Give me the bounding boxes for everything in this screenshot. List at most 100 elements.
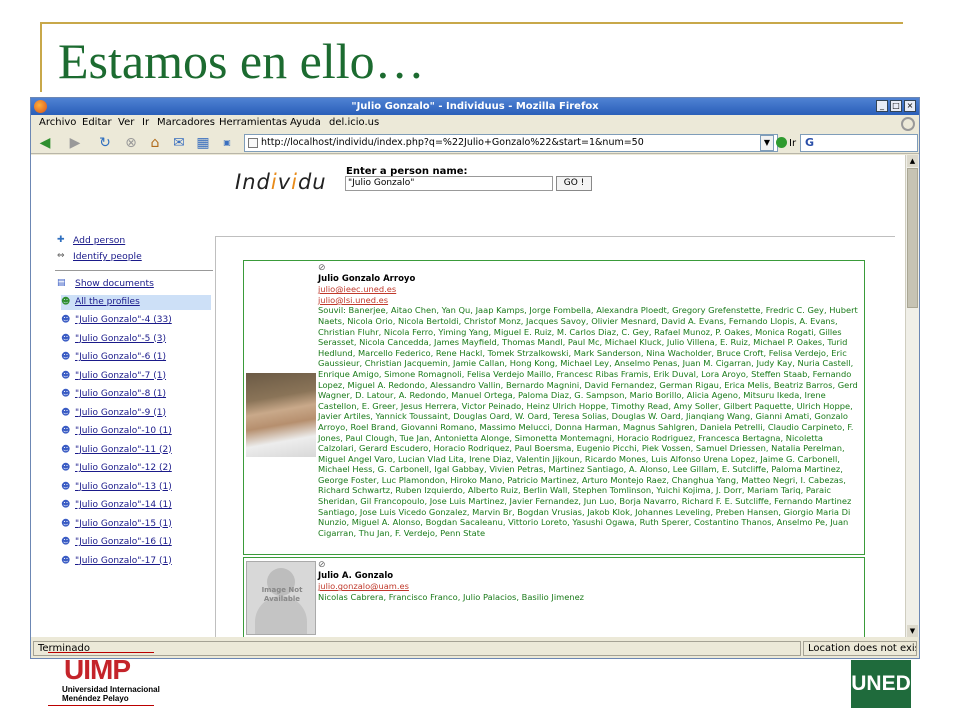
person-photo (246, 373, 316, 457)
search-box[interactable]: G (800, 134, 918, 152)
profile-icon: ☻ (61, 444, 71, 455)
forward-arrow-icon[interactable]: ▶ (67, 135, 83, 151)
image-not-available-label: Image Not Available (261, 586, 303, 603)
reload-icon[interactable]: ↻ (97, 135, 113, 151)
search-engine-icon: G (805, 136, 815, 149)
sidebar-item-profile[interactable]: ☻ "Julio Gonzalo"-9 (1) (61, 406, 211, 421)
go-label: Ir (789, 138, 797, 149)
profile-label: "Julio Gonzalo"-8 (1) (75, 389, 167, 399)
logo-part-3: v (277, 170, 292, 194)
slide-left-rule (40, 22, 42, 92)
result-info: ⊘ Julio Gonzalo Arroyo julio@ieec.uned.e… (318, 263, 863, 538)
identify-people-icon: ⇔ (57, 251, 65, 261)
page-favicon-icon (248, 138, 258, 148)
tag-icon[interactable]: ▣ (219, 135, 235, 151)
sidebar-item-profile[interactable]: ☻ "Julio Gonzalo"-7 (1) (61, 369, 211, 384)
scroll-thumb[interactable] (907, 168, 918, 308)
url-bar[interactable]: http://localhost/individu/index.php?q=%2… (244, 134, 778, 152)
sidebar-item-profile[interactable]: ☻ "Julio Gonzalo"-12 (2) (61, 461, 211, 476)
firefox-icon (34, 100, 47, 113)
uimp-line-2: Menéndez Pelayo (62, 694, 129, 703)
vertical-scrollbar[interactable]: ▲ ▼ (905, 155, 919, 637)
person-name-input[interactable]: "Julio Gonzalo" (345, 176, 553, 191)
profile-label: "Julio Gonzalo"-12 (2) (75, 463, 172, 473)
url-dropdown-icon[interactable]: ▼ (760, 135, 774, 151)
profile-icon: ☻ (61, 555, 71, 566)
person-search-go-button[interactable]: GO ! (556, 176, 592, 191)
sidebar-item-profile[interactable]: ☻ "Julio Gonzalo"-8 (1) (61, 387, 211, 402)
slide-title: Estamos en ello… (58, 33, 425, 89)
profile-label: "Julio Gonzalo"-5 (3) (75, 333, 167, 344)
logo-part-5: du (297, 170, 327, 194)
menu-ver[interactable]: Ver (118, 117, 134, 128)
sidebar-item-profile[interactable]: ☻ "Julio Gonzalo"-10 (1) (61, 424, 211, 439)
person-email[interactable]: julio@ieec.uned.es (318, 284, 863, 295)
profile-icon: ☻ (61, 389, 71, 399)
sidebar-item-profile[interactable]: ☻ "Julio Gonzalo"-14 (1) (61, 498, 211, 513)
link-icon[interactable]: ⊘ (318, 263, 863, 274)
home-icon[interactable]: ⌂ (147, 135, 163, 151)
profile-icon: ☻ (61, 481, 71, 492)
sidebar-item-profile[interactable]: ☻ "Julio Gonzalo"-16 (1) (61, 535, 211, 550)
back-arrow-icon[interactable]: ◀ (37, 135, 53, 151)
status-message: Location does not exist. (803, 641, 917, 656)
stop-icon[interactable]: ⊗ (123, 135, 139, 151)
sidebar-item-profile[interactable]: ☻ "Julio Gonzalo"-4 (33) (61, 313, 211, 328)
menu-herramientas[interactable]: Herramientas (219, 117, 287, 128)
menu-bar: Archivo Editar Ver Ir Marcadores Herrami… (31, 115, 919, 132)
close-button[interactable]: × (904, 100, 916, 112)
profile-icon: ☻ (61, 315, 71, 325)
people-icon: ☻ (61, 297, 71, 307)
url-text: http://localhost/individu/index.php?q=%2… (261, 137, 644, 148)
person-email[interactable]: julio@lsi.uned.es (318, 295, 863, 306)
identify-people-link[interactable]: Identify people (73, 251, 142, 262)
profile-label: "Julio Gonzalo"-11 (2) (75, 444, 172, 455)
sidebar-item-profile[interactable]: ☻ "Julio Gonzalo"-11 (2) (61, 443, 211, 458)
uned-logo: UNED (851, 660, 911, 708)
profile-label: "Julio Gonzalo"-4 (33) (75, 315, 172, 325)
window-titlebar: "Julio Gonzalo" - Individuus - Mozilla F… (31, 98, 919, 115)
profile-label: "Julio Gonzalo"-17 (1) (75, 555, 172, 566)
maximize-button[interactable]: □ (890, 100, 902, 112)
sidebar-item-profile[interactable]: ☻ "Julio Gonzalo"-5 (3) (61, 332, 211, 347)
link-icon[interactable]: ⊘ (318, 560, 863, 571)
profile-label: "Julio Gonzalo"-16 (1) (75, 537, 172, 547)
profile-icon: ☻ (61, 333, 71, 344)
sidebar-item-profile[interactable]: ☻ "Julio Gonzalo"-17 (1) (61, 554, 211, 569)
profile-icon: ☻ (61, 426, 71, 436)
page-content: Individu Enter a person name: "Julio Gon… (31, 155, 905, 637)
menu-ir[interactable]: Ir (142, 117, 149, 128)
scroll-down-icon[interactable]: ▼ (907, 625, 918, 637)
profile-icon: ☻ (61, 407, 71, 418)
sidebar-item-profile[interactable]: ☻ "Julio Gonzalo"-15 (1) (61, 517, 211, 532)
sidebar-item-all-profiles[interactable]: ☻ All the profiles (61, 295, 211, 310)
profile-icon: ☻ (61, 352, 71, 362)
sidebar-item-profile[interactable]: ☻ "Julio Gonzalo"-6 (1) (61, 350, 211, 365)
menu-delicious[interactable]: del.icio.us (329, 117, 379, 128)
logo-part-4: i (291, 170, 298, 194)
logo-part-2: i (270, 170, 278, 194)
go-button[interactable]: Ir (776, 137, 796, 149)
profile-label: "Julio Gonzalo"-15 (1) (75, 518, 172, 529)
sidebar: ✚ Add person ⇔ Identify people ▤ Show do… (31, 155, 213, 637)
person-email[interactable]: julio.gonzalo@uam.es (318, 581, 863, 592)
print-icon[interactable]: ▦ (195, 135, 211, 151)
menu-archivo[interactable]: Archivo (39, 117, 76, 128)
profile-label: "Julio Gonzalo"-10 (1) (75, 426, 172, 436)
menu-ayuda[interactable]: Ayuda (290, 117, 321, 128)
browser-window: "Julio Gonzalo" - Individuus - Mozilla F… (30, 97, 920, 659)
documents-icon: ▤ (57, 278, 66, 288)
bookmark-icon[interactable]: ✉ (171, 135, 187, 151)
profile-icon: ☻ (61, 537, 71, 547)
uimp-logo-subtitle: Universidad Internacional Menéndez Pelay… (62, 685, 160, 703)
add-person-link[interactable]: Add person (73, 235, 125, 246)
sidebar-item-profile[interactable]: ☻ "Julio Gonzalo"-13 (1) (61, 480, 211, 495)
menu-marcadores[interactable]: Marcadores (157, 117, 215, 128)
minimize-button[interactable]: _ (876, 100, 888, 112)
person-name: Julio A. Gonzalo (318, 570, 394, 581)
result-info: ⊘ Julio A. Gonzalo julio.gonzalo@uam.es … (318, 560, 863, 602)
scroll-up-icon[interactable]: ▲ (907, 155, 918, 167)
go-arrow-icon (776, 137, 787, 148)
menu-editar[interactable]: Editar (82, 117, 112, 128)
show-documents-link[interactable]: Show documents (75, 278, 154, 289)
